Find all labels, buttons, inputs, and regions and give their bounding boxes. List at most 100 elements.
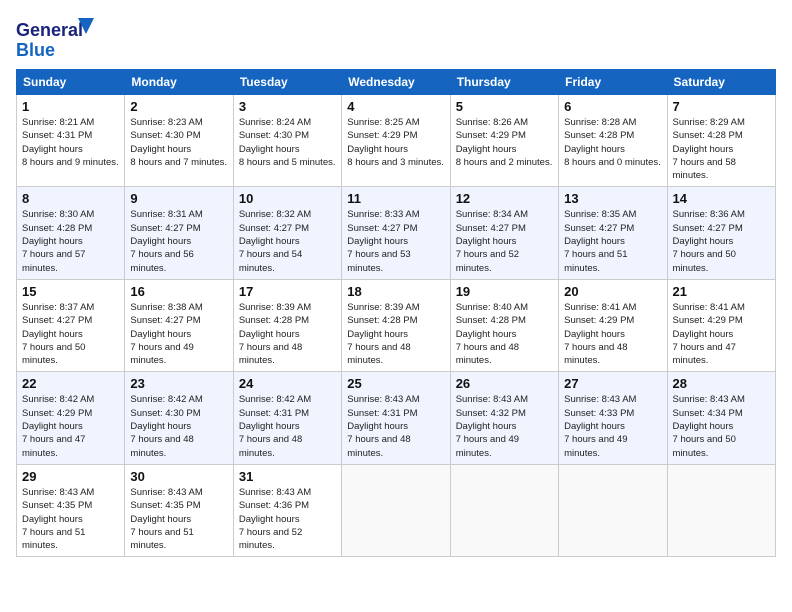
calendar-week-4: 22 Sunrise: 8:42 AMSunset: 4:29 PMDayligh… [17, 372, 776, 464]
calendar-cell: 15Sunrise: 8:37 AMSunset: 4:27 PMDayligh… [17, 279, 125, 371]
day-number: 10 [239, 191, 336, 206]
day-number: 16 [130, 284, 227, 299]
calendar-cell: 4 Sunrise: 8:25 AMSunset: 4:29 PMDaylight… [342, 95, 450, 187]
day-info: Sunrise: 8:41 AMSunset: 4:29 PMDaylight … [564, 301, 661, 367]
calendar-cell [667, 464, 775, 556]
day-number: 4 [347, 99, 444, 114]
day-info: Sunrise: 8:43 AMSunset: 4:34 PMDaylight … [673, 393, 770, 459]
day-number: 23 [130, 376, 227, 391]
day-info: Sunrise: 8:25 AMSunset: 4:29 PMDaylight … [347, 116, 444, 169]
day-number: 26 [456, 376, 553, 391]
day-info: Sunrise: 8:41 AMSunset: 4:29 PMDaylight … [673, 301, 770, 367]
column-header-monday: Monday [125, 70, 233, 95]
day-info: Sunrise: 8:28 AMSunset: 4:28 PMDaylight … [564, 116, 661, 169]
day-number: 5 [456, 99, 553, 114]
calendar-cell [450, 464, 558, 556]
day-number: 22 [22, 376, 119, 391]
day-info: Sunrise: 8:23 AMSunset: 4:30 PMDaylight … [130, 116, 227, 169]
day-info: Sunrise: 8:34 AMSunset: 4:27 PMDaylight … [456, 208, 553, 274]
calendar-cell: 7 Sunrise: 8:29 AMSunset: 4:28 PMDaylight… [667, 95, 775, 187]
day-info: Sunrise: 8:36 AMSunset: 4:27 PMDaylight … [673, 208, 770, 274]
day-info: Sunrise: 8:35 AMSunset: 4:27 PMDaylight … [564, 208, 661, 274]
calendar-cell: 8 Sunrise: 8:30 AMSunset: 4:28 PMDaylight… [17, 187, 125, 279]
day-info: Sunrise: 8:42 AMSunset: 4:31 PMDaylight … [239, 393, 336, 459]
day-info: Sunrise: 8:43 AMSunset: 4:35 PMDaylight … [130, 486, 227, 552]
calendar-cell [559, 464, 667, 556]
calendar-cell: 5Sunrise: 8:26 AMSunset: 4:29 PMDaylight… [450, 95, 558, 187]
day-info: Sunrise: 8:43 AMSunset: 4:31 PMDaylight … [347, 393, 444, 459]
svg-text:Blue: Blue [16, 40, 55, 60]
calendar-cell: 26 Sunrise: 8:43 AMSunset: 4:32 PMDayligh… [450, 372, 558, 464]
calendar-cell: 14 Sunrise: 8:36 AMSunset: 4:27 PMDayligh… [667, 187, 775, 279]
day-info: Sunrise: 8:24 AMSunset: 4:30 PMDaylight … [239, 116, 336, 169]
day-number: 29 [22, 469, 119, 484]
calendar-cell: 17 Sunrise: 8:39 AMSunset: 4:28 PMDayligh… [233, 279, 341, 371]
day-info: Sunrise: 8:38 AMSunset: 4:27 PMDaylight … [130, 301, 227, 367]
calendar-table: SundayMondayTuesdayWednesdayThursdayFrid… [16, 69, 776, 557]
day-info: Sunrise: 8:42 AMSunset: 4:30 PMDaylight … [130, 393, 227, 459]
column-header-saturday: Saturday [667, 70, 775, 95]
day-info: Sunrise: 8:21 AMSunset: 4:31 PMDaylight … [22, 116, 119, 169]
day-number: 6 [564, 99, 661, 114]
calendar-cell: 20 Sunrise: 8:41 AMSunset: 4:29 PMDayligh… [559, 279, 667, 371]
calendar-cell: 16 Sunrise: 8:38 AMSunset: 4:27 PMDayligh… [125, 279, 233, 371]
day-number: 8 [22, 191, 119, 206]
calendar-cell: 10 Sunrise: 8:32 AMSunset: 4:27 PMDayligh… [233, 187, 341, 279]
calendar-cell: 30Sunrise: 8:43 AMSunset: 4:35 PMDayligh… [125, 464, 233, 556]
day-info: Sunrise: 8:29 AMSunset: 4:28 PMDaylight … [673, 116, 770, 182]
day-number: 14 [673, 191, 770, 206]
day-info: Sunrise: 8:43 AMSunset: 4:32 PMDaylight … [456, 393, 553, 459]
day-number: 18 [347, 284, 444, 299]
day-number: 24 [239, 376, 336, 391]
calendar-cell: 1Sunrise: 8:21 AMSunset: 4:31 PMDaylight… [17, 95, 125, 187]
calendar-cell: 18 Sunrise: 8:39 AMSunset: 4:28 PMDayligh… [342, 279, 450, 371]
day-info: Sunrise: 8:40 AMSunset: 4:28 PMDaylight … [456, 301, 553, 367]
calendar-cell: 27Sunrise: 8:43 AMSunset: 4:33 PMDayligh… [559, 372, 667, 464]
day-info: Sunrise: 8:32 AMSunset: 4:27 PMDaylight … [239, 208, 336, 274]
calendar-cell: 23 Sunrise: 8:42 AMSunset: 4:30 PMDayligh… [125, 372, 233, 464]
day-number: 17 [239, 284, 336, 299]
day-number: 9 [130, 191, 227, 206]
calendar-cell: 28 Sunrise: 8:43 AMSunset: 4:34 PMDayligh… [667, 372, 775, 464]
day-number: 13 [564, 191, 661, 206]
calendar-cell: 6 Sunrise: 8:28 AMSunset: 4:28 PMDaylight… [559, 95, 667, 187]
day-info: Sunrise: 8:39 AMSunset: 4:28 PMDaylight … [239, 301, 336, 367]
calendar-cell: 25Sunrise: 8:43 AMSunset: 4:31 PMDayligh… [342, 372, 450, 464]
day-number: 31 [239, 469, 336, 484]
calendar-cell: 29 Sunrise: 8:43 AMSunset: 4:35 PMDayligh… [17, 464, 125, 556]
calendar-cell: 9 Sunrise: 8:31 AMSunset: 4:27 PMDaylight… [125, 187, 233, 279]
calendar-cell: 19 Sunrise: 8:40 AMSunset: 4:28 PMDayligh… [450, 279, 558, 371]
day-info: Sunrise: 8:37 AMSunset: 4:27 PMDaylight … [22, 301, 119, 367]
page-header: GeneralBlue [16, 16, 776, 61]
day-info: Sunrise: 8:31 AMSunset: 4:27 PMDaylight … [130, 208, 227, 274]
day-number: 20 [564, 284, 661, 299]
day-info: Sunrise: 8:39 AMSunset: 4:28 PMDaylight … [347, 301, 444, 367]
logo-svg: GeneralBlue [16, 16, 96, 61]
calendar-week-2: 8 Sunrise: 8:30 AMSunset: 4:28 PMDaylight… [17, 187, 776, 279]
day-info: Sunrise: 8:42 AMSunset: 4:29 PMDaylight … [22, 393, 119, 459]
svg-text:General: General [16, 20, 83, 40]
calendar-week-1: 1Sunrise: 8:21 AMSunset: 4:31 PMDaylight… [17, 95, 776, 187]
day-number: 11 [347, 191, 444, 206]
calendar-cell: 22 Sunrise: 8:42 AMSunset: 4:29 PMDayligh… [17, 372, 125, 464]
day-info: Sunrise: 8:43 AMSunset: 4:33 PMDaylight … [564, 393, 661, 459]
column-header-tuesday: Tuesday [233, 70, 341, 95]
day-number: 12 [456, 191, 553, 206]
day-number: 7 [673, 99, 770, 114]
logo: GeneralBlue [16, 16, 96, 61]
calendar-cell: 2Sunrise: 8:23 AMSunset: 4:30 PMDaylight… [125, 95, 233, 187]
day-info: Sunrise: 8:43 AMSunset: 4:36 PMDaylight … [239, 486, 336, 552]
day-number: 28 [673, 376, 770, 391]
calendar-cell: 11Sunrise: 8:33 AMSunset: 4:27 PMDayligh… [342, 187, 450, 279]
calendar-cell: 13 Sunrise: 8:35 AMSunset: 4:27 PMDayligh… [559, 187, 667, 279]
day-info: Sunrise: 8:43 AMSunset: 4:35 PMDaylight … [22, 486, 119, 552]
column-header-thursday: Thursday [450, 70, 558, 95]
calendar-week-5: 29 Sunrise: 8:43 AMSunset: 4:35 PMDayligh… [17, 464, 776, 556]
day-number: 19 [456, 284, 553, 299]
calendar-cell [342, 464, 450, 556]
column-header-friday: Friday [559, 70, 667, 95]
calendar-header-row: SundayMondayTuesdayWednesdayThursdayFrid… [17, 70, 776, 95]
day-info: Sunrise: 8:30 AMSunset: 4:28 PMDaylight … [22, 208, 119, 274]
column-header-wednesday: Wednesday [342, 70, 450, 95]
column-header-sunday: Sunday [17, 70, 125, 95]
